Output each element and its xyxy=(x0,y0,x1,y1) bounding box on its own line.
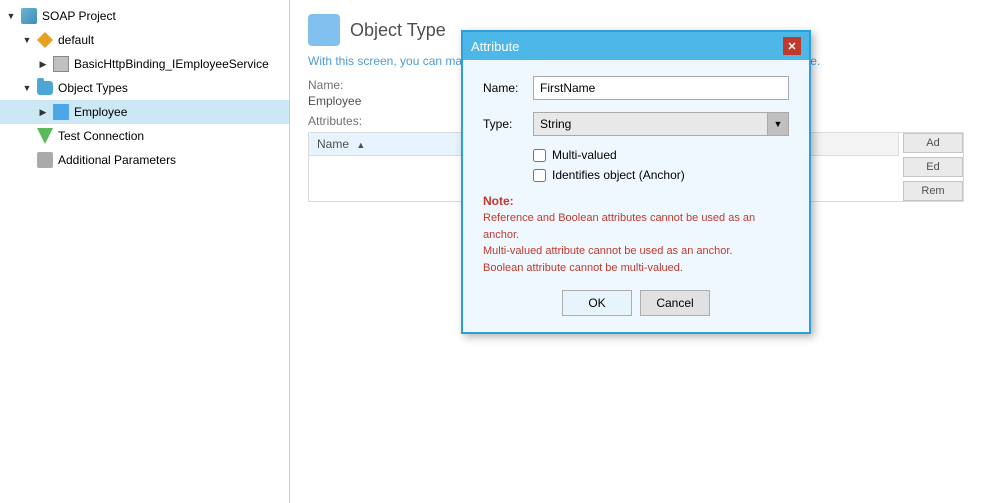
dialog-title-bar: Attribute ✕ xyxy=(463,32,809,60)
identifies-object-label[interactable]: Identifies object (Anchor) xyxy=(552,168,685,182)
dialog-name-label: Name: xyxy=(483,81,533,95)
dialog-type-row: Type: StringIntegerBooleanReferenceDate … xyxy=(483,112,789,136)
cancel-button[interactable]: Cancel xyxy=(640,290,710,316)
dialog-type-select-wrap: StringIntegerBooleanReferenceDate ▼ xyxy=(533,112,789,136)
sidebar-item-label-default: default xyxy=(58,33,94,47)
item-icon-folder xyxy=(36,79,54,97)
sidebar-item-default[interactable]: ▼ default xyxy=(0,28,289,52)
dialog-overlay: Attribute ✕ Name: Type: StringIntegerBoo… xyxy=(290,0,982,503)
note-line-2: Multi-valued attribute cannot be used as… xyxy=(483,243,789,260)
dialog-type-label: Type: xyxy=(483,117,533,131)
item-icon-employee xyxy=(52,103,70,121)
multi-valued-row: Multi-valued xyxy=(533,148,789,162)
dialog-footer: OK Cancel xyxy=(483,290,789,320)
sidebar: ▼ SOAP Project ▼ default ▶ BasicHttpBinding_I… xyxy=(0,0,290,503)
dialog-note: Note: Reference and Boolean attributes c… xyxy=(483,194,789,276)
sidebar-item-label-test-connection: Test Connection xyxy=(58,129,144,143)
item-icon-test xyxy=(36,127,54,145)
sidebar-item-soap-project[interactable]: ▼ SOAP Project xyxy=(0,4,289,28)
dialog-close-button[interactable]: ✕ xyxy=(783,37,801,55)
dialog-title: Attribute xyxy=(471,39,519,54)
ok-button[interactable]: OK xyxy=(562,290,632,316)
expander-icon-basic-http-binding[interactable]: ▶ xyxy=(36,57,50,71)
note-body: Reference and Boolean attributes cannot … xyxy=(483,210,789,276)
sidebar-item-basic-http-binding[interactable]: ▶ BasicHttpBinding_IEmployeeService xyxy=(0,52,289,76)
main-content-area: Object Type With this screen, you can ma… xyxy=(290,0,982,503)
sidebar-item-test-connection[interactable]: Test Connection xyxy=(0,124,289,148)
sidebar-item-label-soap-project: SOAP Project xyxy=(42,9,116,23)
note-line-3: Boolean attribute cannot be multi-valued… xyxy=(483,260,789,277)
sidebar-item-label-basic-http-binding: BasicHttpBinding_IEmployeeService xyxy=(74,57,269,71)
dialog-name-row: Name: xyxy=(483,76,789,100)
sidebar-item-object-types[interactable]: ▼ Object Types xyxy=(0,76,289,100)
dialog-body: Name: Type: StringIntegerBooleanReferenc… xyxy=(463,60,809,332)
dialog-checkboxes: Multi-valued Identifies object (Anchor) xyxy=(533,148,789,182)
sidebar-item-label-additional-parameters: Additional Parameters xyxy=(58,153,176,167)
anchor-row: Identifies object (Anchor) xyxy=(533,168,789,182)
note-line-1: Reference and Boolean attributes cannot … xyxy=(483,210,789,243)
item-icon-additional xyxy=(36,151,54,169)
dialog-type-select[interactable]: StringIntegerBooleanReferenceDate xyxy=(533,112,789,136)
expander-icon-soap-project[interactable]: ▼ xyxy=(4,9,18,23)
multi-valued-checkbox[interactable] xyxy=(533,149,546,162)
sidebar-item-additional-parameters[interactable]: Additional Parameters xyxy=(0,148,289,172)
item-icon-soap xyxy=(20,7,38,25)
sidebar-item-label-employee: Employee xyxy=(74,105,127,119)
multi-valued-label[interactable]: Multi-valued xyxy=(552,148,617,162)
expander-icon-additional-parameters[interactable] xyxy=(20,153,34,167)
expander-icon-employee[interactable]: ▶ xyxy=(36,105,50,119)
item-icon-binding xyxy=(52,55,70,73)
note-title: Note: xyxy=(483,194,789,208)
attribute-dialog: Attribute ✕ Name: Type: StringIntegerBoo… xyxy=(461,30,811,334)
expander-icon-default[interactable]: ▼ xyxy=(20,33,34,47)
expander-icon-object-types[interactable]: ▼ xyxy=(20,81,34,95)
sidebar-item-employee[interactable]: ▶ Employee xyxy=(0,100,289,124)
expander-icon-test-connection[interactable] xyxy=(20,129,34,143)
dialog-name-input[interactable] xyxy=(533,76,789,100)
sidebar-item-label-object-types: Object Types xyxy=(58,81,128,95)
item-icon-default xyxy=(36,31,54,49)
identifies-object-checkbox[interactable] xyxy=(533,169,546,182)
